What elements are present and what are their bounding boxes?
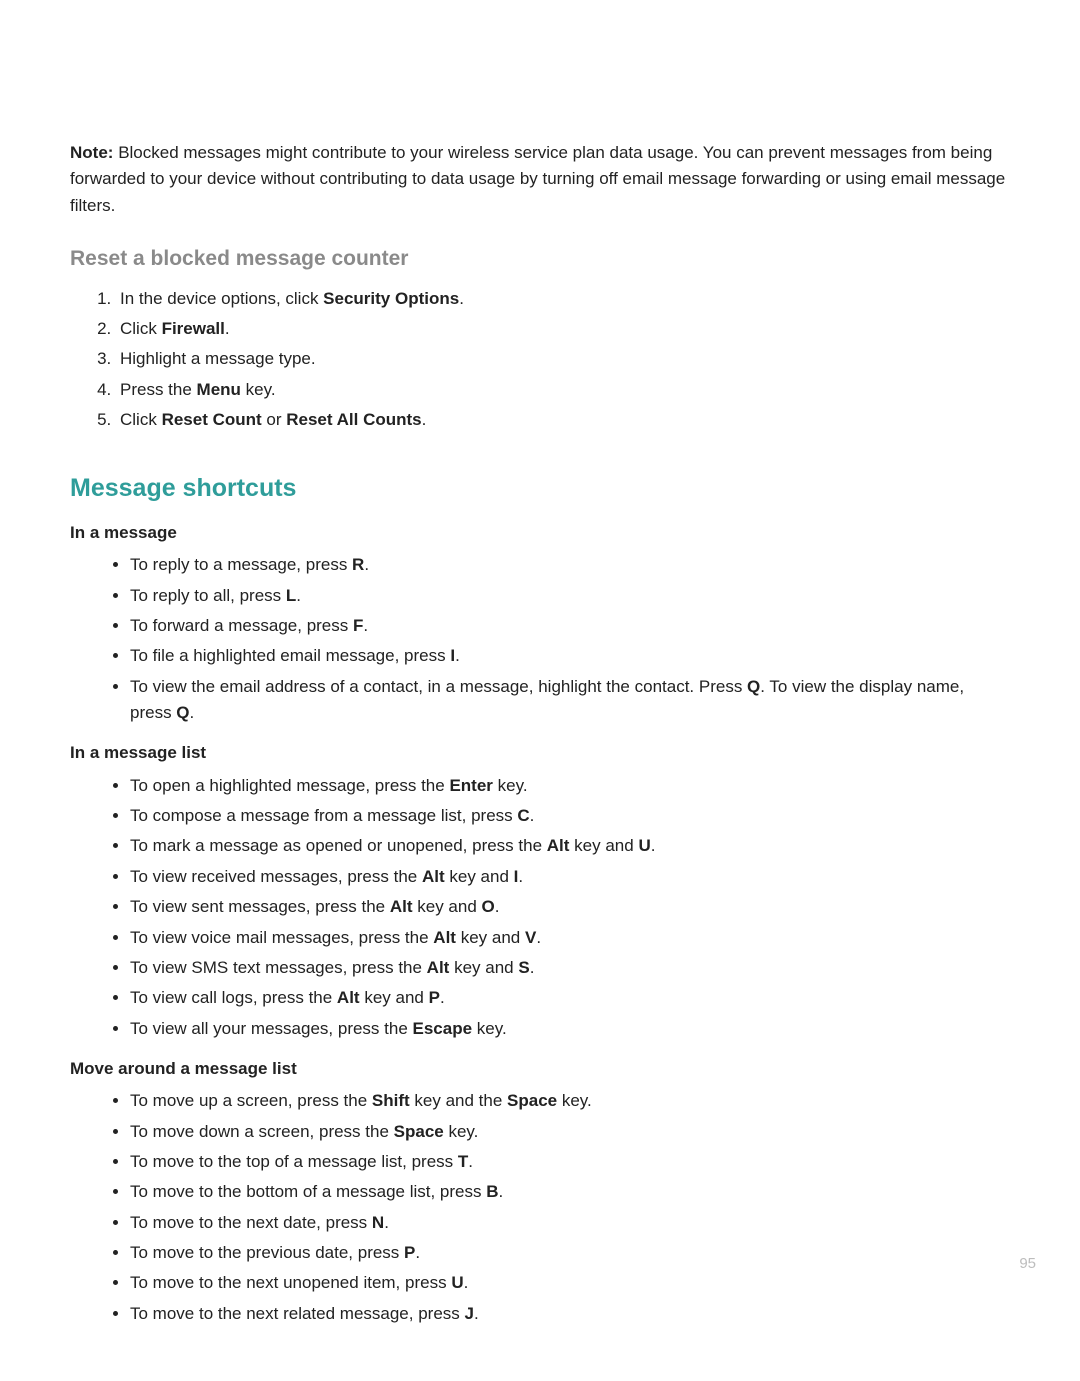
bold-text: N xyxy=(372,1213,384,1232)
bold-text: Alt xyxy=(390,897,413,916)
list-item: To move to the top of a message list, pr… xyxy=(130,1149,1010,1175)
bold-text: U xyxy=(451,1273,463,1292)
group-title: Move around a message list xyxy=(70,1056,1010,1082)
list-item: To open a highlighted message, press the… xyxy=(130,773,1010,799)
bold-text: Reset Count xyxy=(162,410,262,429)
bold-text: Shift xyxy=(372,1091,410,1110)
list-item: To reply to all, press L. xyxy=(130,583,1010,609)
list-item: To view voice mail messages, press the A… xyxy=(130,925,1010,951)
bold-text: Alt xyxy=(337,988,360,1007)
list-item: To view call logs, press the Alt key and… xyxy=(130,985,1010,1011)
bold-text: Escape xyxy=(413,1019,473,1038)
bold-text: R xyxy=(352,555,364,574)
list-item: To move down a screen, press the Space k… xyxy=(130,1119,1010,1145)
step-item: Click Reset Count or Reset All Counts. xyxy=(116,407,1010,433)
bold-text: Reset All Counts xyxy=(286,410,421,429)
list-item: To move to the next unopened item, press… xyxy=(130,1270,1010,1296)
page-number: 95 xyxy=(1019,1252,1036,1275)
list-item: To move to the next related message, pre… xyxy=(130,1301,1010,1327)
step-item: Click Firewall. xyxy=(116,316,1010,342)
bold-text: Alt xyxy=(427,958,450,977)
bold-text: S xyxy=(518,958,529,977)
step-item: Press the Menu key. xyxy=(116,377,1010,403)
bold-text: F xyxy=(353,616,363,635)
reset-heading: Reset a blocked message counter xyxy=(70,243,1010,276)
list-item: To view SMS text messages, press the Alt… xyxy=(130,955,1010,981)
bold-text: P xyxy=(404,1243,415,1262)
list-item: To view received messages, press the Alt… xyxy=(130,864,1010,890)
bold-text: Enter xyxy=(449,776,492,795)
list-item: To view all your messages, press the Esc… xyxy=(130,1016,1010,1042)
list-item: To view sent messages, press the Alt key… xyxy=(130,894,1010,920)
bold-text: B xyxy=(486,1182,498,1201)
list-item: To move up a screen, press the Shift key… xyxy=(130,1088,1010,1114)
list-item: To compose a message from a message list… xyxy=(130,803,1010,829)
bold-text: Firewall xyxy=(162,319,225,338)
bold-text: T xyxy=(458,1152,468,1171)
note-block: Note: Blocked messages might contribute … xyxy=(70,140,1010,219)
bold-text: Q xyxy=(176,703,189,722)
bold-text: I xyxy=(450,646,455,665)
reset-steps: In the device options, click Security Op… xyxy=(70,286,1010,434)
list-item: To view the email address of a contact, … xyxy=(130,674,1010,727)
note-text: Blocked messages might contribute to you… xyxy=(70,143,1005,215)
bold-text: Q xyxy=(747,677,760,696)
bold-text: Alt xyxy=(422,867,445,886)
bold-text: J xyxy=(465,1304,474,1323)
bold-text: Alt xyxy=(433,928,456,947)
step-item: Highlight a message type. xyxy=(116,346,1010,372)
bold-text: O xyxy=(482,897,495,916)
shortcut-list: To reply to a message, press R. To reply … xyxy=(70,552,1010,726)
bold-text: U xyxy=(638,836,650,855)
bold-text: V xyxy=(525,928,536,947)
shortcut-list: To move up a screen, press the Shift key… xyxy=(70,1088,1010,1327)
step-item: In the device options, click Security Op… xyxy=(116,286,1010,312)
list-item: To reply to a message, press R. xyxy=(130,552,1010,578)
bold-text: Space xyxy=(394,1122,444,1141)
list-item: To forward a message, press F. xyxy=(130,613,1010,639)
shortcut-list: To open a highlighted message, press the… xyxy=(70,773,1010,1042)
shortcut-groups: In a message To reply to a message, press… xyxy=(70,520,1010,1327)
shortcuts-heading: Message shortcuts xyxy=(70,469,1010,508)
list-item: To mark a message as opened or unopened,… xyxy=(130,833,1010,859)
bold-text: P xyxy=(429,988,440,1007)
list-item: To move to the previous date, press P. xyxy=(130,1240,1010,1266)
group-title: In a message xyxy=(70,520,1010,546)
bold-text: Alt xyxy=(547,836,570,855)
bold-text: I xyxy=(514,867,519,886)
list-item: To move to the next date, press N. xyxy=(130,1210,1010,1236)
bold-text: Menu xyxy=(197,380,241,399)
bold-text: Space xyxy=(507,1091,557,1110)
bold-text: C xyxy=(517,806,529,825)
list-item: To file a highlighted email message, pre… xyxy=(130,643,1010,669)
page: Note: Blocked messages might contribute … xyxy=(0,0,1080,1381)
bold-text: Security Options xyxy=(323,289,459,308)
group-title: In a message list xyxy=(70,740,1010,766)
note-label: Note: xyxy=(70,143,113,162)
bold-text: L xyxy=(286,586,296,605)
list-item: To move to the bottom of a message list,… xyxy=(130,1179,1010,1205)
